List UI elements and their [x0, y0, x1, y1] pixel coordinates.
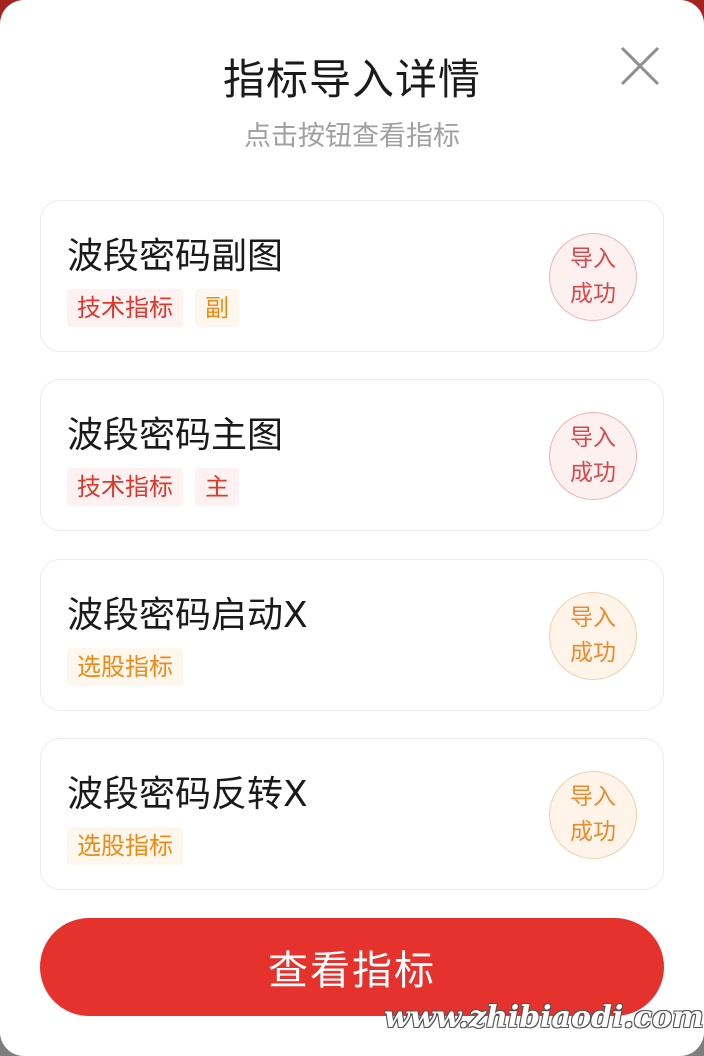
indicator-name: 波段密码启动X: [67, 595, 308, 636]
import-success-stamp: 导入 成功: [549, 592, 637, 680]
indicator-card[interactable]: 波段密码主图 技术指标 主 导入 成功: [40, 379, 664, 531]
indicator-tags: 选股指标: [67, 648, 183, 686]
import-success-stamp: 导入 成功: [549, 771, 637, 859]
stamp-line1: 导入: [570, 784, 616, 810]
tag-chart: 主: [195, 468, 239, 506]
dialog-subtitle: 点击按钮查看指标: [244, 121, 460, 152]
watermark: www.zhibiaodi.com: [384, 1000, 704, 1035]
tag-chart: 副: [195, 289, 239, 327]
stamp-line1: 导入: [570, 605, 616, 631]
tag-type: 技术指标: [67, 468, 183, 506]
import-success-stamp: 导入 成功: [549, 412, 637, 500]
indicator-card[interactable]: 波段密码启动X 选股指标 导入 成功: [40, 559, 664, 711]
indicator-card[interactable]: 波段密码副图 技术指标 副 导入 成功: [40, 200, 664, 352]
import-success-stamp: 导入 成功: [549, 233, 637, 321]
stamp-line2: 成功: [570, 640, 616, 666]
stamp-line2: 成功: [570, 460, 616, 486]
indicator-tags: 技术指标 主: [67, 468, 239, 506]
tag-type: 选股指标: [67, 648, 183, 686]
indicator-tags: 选股指标: [67, 827, 183, 865]
indicator-name: 波段密码副图: [67, 236, 284, 277]
close-icon[interactable]: [612, 38, 668, 94]
dialog-title: 指标导入详情: [222, 55, 481, 104]
import-details-dialog: 指标导入详情 点击按钮查看指标 波段密码副图 技术指标 副 导入 成功 波段密码…: [0, 0, 704, 1056]
indicator-tags: 技术指标 副: [67, 289, 239, 327]
tag-type: 技术指标: [67, 289, 183, 327]
indicator-name: 波段密码反转X: [67, 774, 308, 815]
stamp-line2: 成功: [570, 819, 616, 845]
indicator-name: 波段密码主图: [67, 415, 284, 456]
stamp-line2: 成功: [570, 281, 616, 307]
stamp-line1: 导入: [570, 246, 616, 272]
indicator-card[interactable]: 波段密码反转X 选股指标 导入 成功: [40, 738, 664, 890]
stamp-line1: 导入: [570, 425, 616, 451]
tag-type: 选股指标: [67, 827, 183, 865]
